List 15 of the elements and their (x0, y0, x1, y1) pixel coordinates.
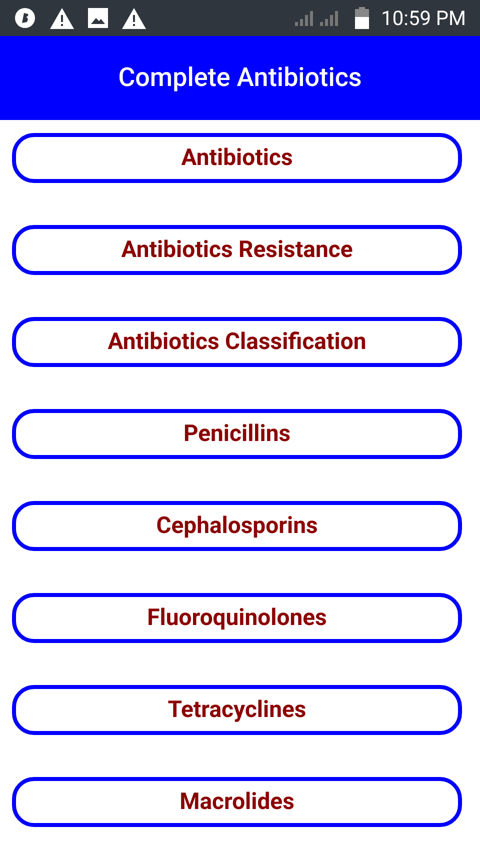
app-title: Complete Antibiotics (118, 62, 362, 94)
warning-icon (50, 8, 74, 28)
battery-icon (355, 7, 370, 29)
menu-button[interactable]: Antibiotics (12, 133, 462, 183)
menu-button[interactable]: Antibiotics Classification (12, 317, 462, 367)
menu-button[interactable]: Antibiotics Resistance (12, 225, 462, 275)
menu-button[interactable]: Macrolides (12, 777, 462, 827)
menu-button[interactable]: Penicillins (12, 409, 462, 459)
warning-icon (122, 8, 146, 28)
menu-button[interactable]: Cephalosporins (12, 501, 462, 551)
menu-button[interactable]: Tetracyclines (12, 685, 462, 735)
menu-button[interactable]: Fluoroquinolones (12, 593, 462, 643)
image-icon (88, 8, 108, 28)
app-notification-icon (14, 7, 36, 29)
clock: 10:59 PM (381, 5, 466, 32)
